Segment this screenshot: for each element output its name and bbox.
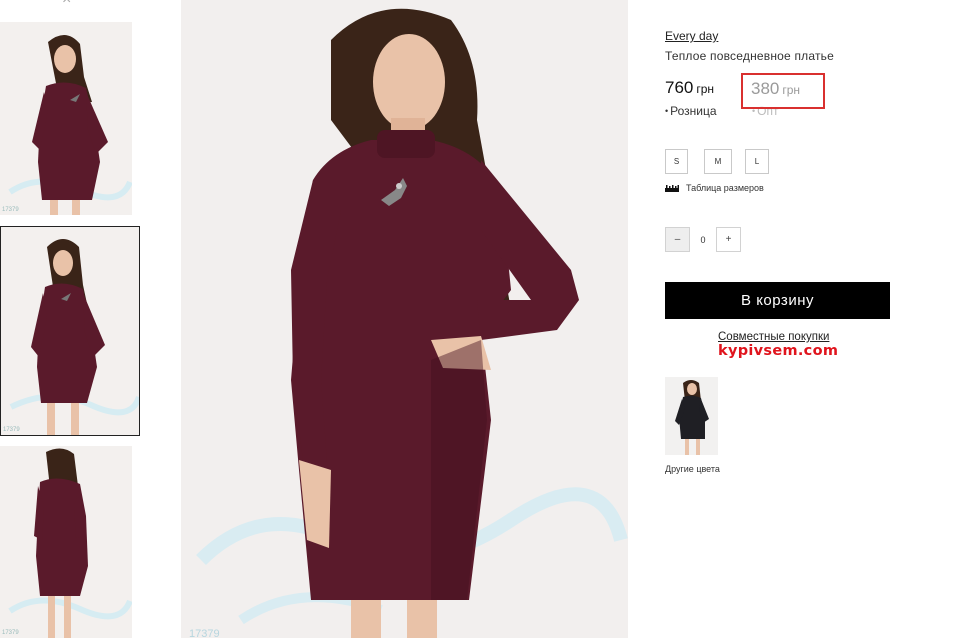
thumbnail-3-photo <box>8 448 132 638</box>
size-button-m[interactable]: M <box>704 149 732 174</box>
size-table-label: Таблица размеров <box>686 183 764 193</box>
retail-price: 760 грн <box>665 78 714 98</box>
close-icon[interactable]: × <box>62 0 71 8</box>
quantity-input[interactable]: 0 <box>690 227 716 252</box>
thumbnail-3[interactable]: 17379 <box>0 446 132 638</box>
quantity-decrease-button[interactable]: – <box>665 227 690 252</box>
product-title: Теплое повседневное платье <box>665 49 834 63</box>
joint-purchase-link[interactable]: Совместные покупки <box>718 331 829 343</box>
brand-link[interactable]: Every day <box>665 29 718 43</box>
thumbnail-1-photo <box>8 34 132 215</box>
retail-price-amount: 760 <box>665 78 694 97</box>
size-button-s[interactable]: S <box>665 149 688 174</box>
other-colors-label: Другие цвета <box>665 464 720 474</box>
thumbnail-code: 17379 <box>3 427 20 433</box>
retail-price-label: Розница <box>665 104 716 118</box>
color-variant-photo <box>675 380 709 455</box>
add-to-cart-button[interactable]: В корзину <box>665 282 890 319</box>
ruler-icon <box>665 184 679 192</box>
thumbnail-code: 17379 <box>2 630 19 636</box>
size-table-link[interactable]: Таблица размеров <box>665 183 764 193</box>
thumbnail-2-photo <box>9 239 139 435</box>
wholesale-price-amount: 380 <box>751 79 780 98</box>
thumbnail-2[interactable]: 17379 <box>0 226 140 436</box>
retail-price-currency: грн <box>696 82 715 96</box>
thumbnail-1[interactable]: 17379 <box>0 22 132 215</box>
size-button-l[interactable]: L <box>745 149 769 174</box>
main-product-photo[interactable]: 17379 <box>181 0 628 638</box>
quantity-increase-button[interactable]: + <box>716 227 741 252</box>
wholesale-price-currency: грн <box>782 83 801 97</box>
thumbnail-code: 17379 <box>2 207 19 213</box>
site-watermark: kypivsem.com <box>718 343 839 359</box>
wholesale-price-highlight: 380 грн <box>741 73 825 109</box>
color-variant-thumbnail[interactable] <box>665 377 718 455</box>
model-photo <box>196 8 628 638</box>
photo-code: 17379 <box>189 628 220 638</box>
